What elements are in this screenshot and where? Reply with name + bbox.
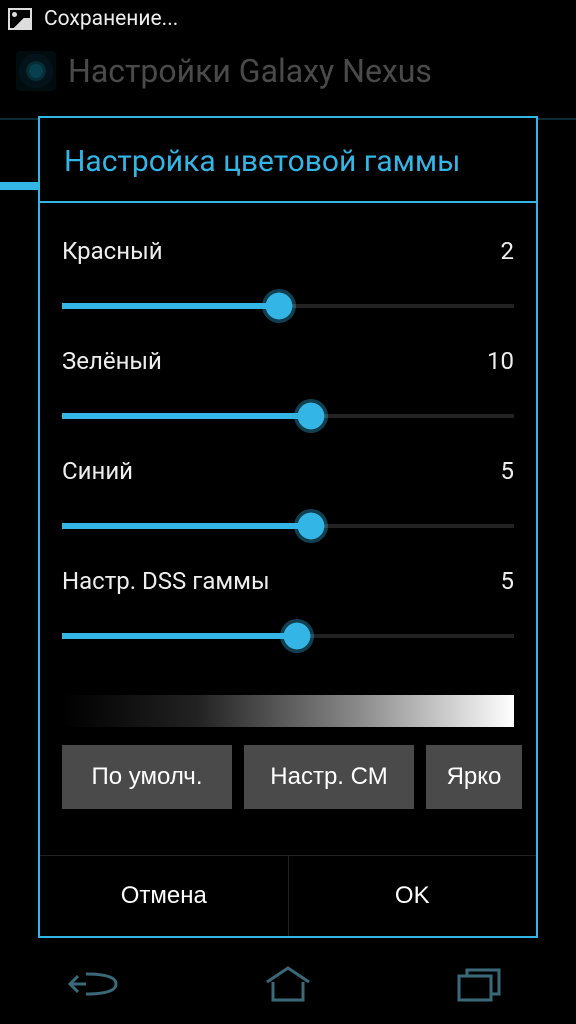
nav-home-button[interactable] — [228, 957, 348, 1011]
recent-apps-icon — [453, 964, 507, 1004]
slider-value: 10 — [487, 347, 514, 375]
slider-blue: Синий 5 — [62, 433, 514, 543]
slider-track-dss[interactable] — [62, 619, 514, 653]
preset-row: По умолч. Настр. СМ Ярко — [62, 745, 514, 809]
slider-thumb[interactable] — [294, 399, 328, 433]
slider-thumb[interactable] — [294, 509, 328, 543]
ok-button[interactable]: OK — [288, 856, 537, 936]
nav-recent-button[interactable] — [420, 957, 540, 1011]
slider-label: Зелёный — [62, 347, 162, 375]
slider-label: Настр. DSS гаммы — [62, 567, 270, 595]
home-icon — [261, 964, 315, 1004]
image-icon — [8, 8, 32, 30]
slider-thumb[interactable] — [280, 619, 314, 653]
preset-cm-button[interactable]: Настр. СМ — [244, 745, 414, 809]
preset-bright-button[interactable]: Ярко — [426, 745, 522, 809]
status-bar: Сохранение... — [0, 0, 576, 38]
slider-label: Синий — [62, 457, 133, 485]
slider-track-green[interactable] — [62, 399, 514, 433]
slider-value: 5 — [501, 457, 515, 485]
app-icon — [16, 51, 56, 91]
app-title: Настройки Galaxy Nexus — [68, 52, 432, 90]
dialog-footer: Отмена OK — [40, 855, 536, 936]
background-tab-indicator — [0, 182, 38, 190]
gradient-preview — [62, 695, 514, 727]
slider-dss-gamma: Настр. DSS гаммы 5 — [62, 543, 514, 653]
slider-value: 2 — [501, 237, 515, 265]
cancel-button[interactable]: Отмена — [40, 856, 288, 936]
preset-default-button[interactable]: По умолч. — [62, 745, 232, 809]
slider-label: Красный — [62, 237, 163, 265]
nav-back-button[interactable] — [36, 957, 156, 1011]
nav-bar — [0, 944, 576, 1024]
status-text: Сохранение... — [44, 7, 178, 31]
slider-thumb[interactable] — [262, 289, 296, 323]
slider-value: 5 — [501, 567, 515, 595]
slider-red: Красный 2 — [62, 213, 514, 323]
slider-track-blue[interactable] — [62, 509, 514, 543]
slider-green: Зелёный 10 — [62, 323, 514, 433]
slider-track-red[interactable] — [62, 289, 514, 323]
back-icon — [66, 964, 126, 1004]
gamma-dialog: Настройка цветовой гаммы Красный 2 Зелён… — [38, 116, 538, 938]
app-header: Настройки Galaxy Nexus — [0, 38, 576, 104]
dialog-title: Настройка цветовой гаммы — [40, 118, 536, 203]
dialog-body: Красный 2 Зелёный 10 Синий 5 — [40, 203, 536, 823]
